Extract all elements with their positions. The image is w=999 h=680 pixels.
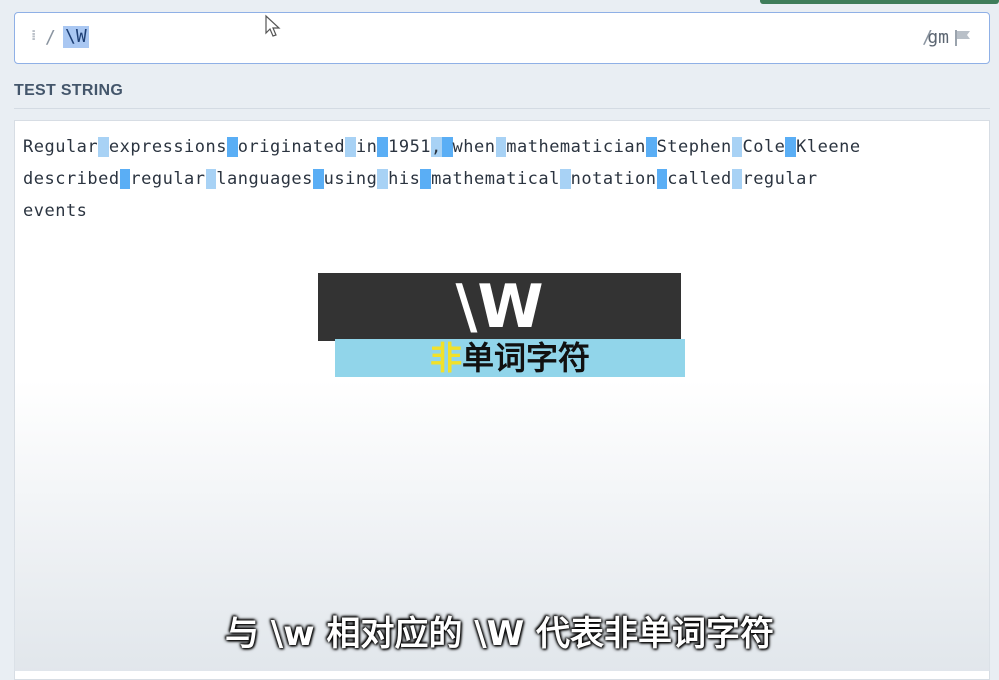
word-token: mathematical	[431, 169, 560, 189]
word-token: events	[23, 201, 88, 221]
match-token	[495, 137, 507, 157]
section-divider	[14, 108, 990, 109]
word-token: regular	[130, 169, 206, 189]
match-token	[377, 169, 389, 189]
match-token	[441, 137, 453, 157]
match-token	[731, 137, 743, 157]
test-string-heading: TEST STRING	[14, 82, 124, 99]
word-token: Regular	[23, 137, 99, 157]
overlay-caption: 非单词字符	[335, 339, 685, 377]
test-line-3: events	[23, 195, 985, 227]
overlay-title: \W	[318, 273, 681, 341]
match-token	[420, 169, 432, 189]
regex-flags[interactable]: gm	[927, 27, 949, 48]
match-token	[377, 137, 389, 157]
match-token	[559, 169, 571, 189]
test-line-1: Regular expressions originated in 1951, …	[23, 131, 985, 163]
word-token: expressions	[108, 137, 227, 157]
word-token: in	[355, 137, 378, 157]
mouse-cursor-icon	[265, 14, 281, 37]
test-string-text[interactable]: Regular expressions originated in 1951, …	[23, 131, 985, 227]
match-token	[731, 169, 743, 189]
word-token: Stephen	[656, 137, 732, 157]
word-token: regular	[742, 169, 818, 189]
word-token: his	[388, 169, 421, 189]
match-token	[205, 169, 217, 189]
word-token: languages	[216, 169, 313, 189]
word-token: mathematician	[506, 137, 646, 157]
test-string-area[interactable]: Regular expressions originated in 1951, …	[14, 120, 990, 680]
word-token: 1951	[388, 137, 432, 157]
match-token	[785, 137, 797, 157]
match-token: ,	[431, 137, 442, 157]
test-line-2: described regular languages using his ma…	[23, 163, 985, 195]
drag-handle-icon[interactable]: ⁞	[31, 28, 36, 44]
match-token	[227, 137, 238, 157]
match-token	[119, 169, 131, 189]
regex-open-delimiter: /	[45, 27, 56, 48]
word-token: described	[23, 169, 120, 189]
match-token	[645, 137, 657, 157]
word-token: when	[452, 137, 496, 157]
word-token: called	[667, 169, 732, 189]
video-subtitle: 与 \w 相对应的 \W 代表非单词字符	[224, 614, 775, 654]
regex-input[interactable]: ⁞ / \W / gm	[14, 12, 990, 64]
match-token	[312, 169, 324, 189]
word-token: originated	[237, 137, 346, 157]
word-token: Cole	[742, 137, 786, 157]
overlay-caption-rest: 单词字符	[462, 339, 591, 377]
flag-icon[interactable]	[953, 29, 973, 47]
word-token: Kleene	[796, 137, 861, 157]
overlay-caption-highlight: 非	[429, 339, 462, 377]
match-token	[656, 169, 668, 189]
word-token: notation	[570, 169, 657, 189]
word-token: using	[323, 169, 378, 189]
regex-pattern[interactable]: \W	[63, 26, 89, 48]
match-token	[345, 137, 356, 157]
match-token	[98, 137, 109, 157]
top-status-strip	[760, 0, 999, 4]
